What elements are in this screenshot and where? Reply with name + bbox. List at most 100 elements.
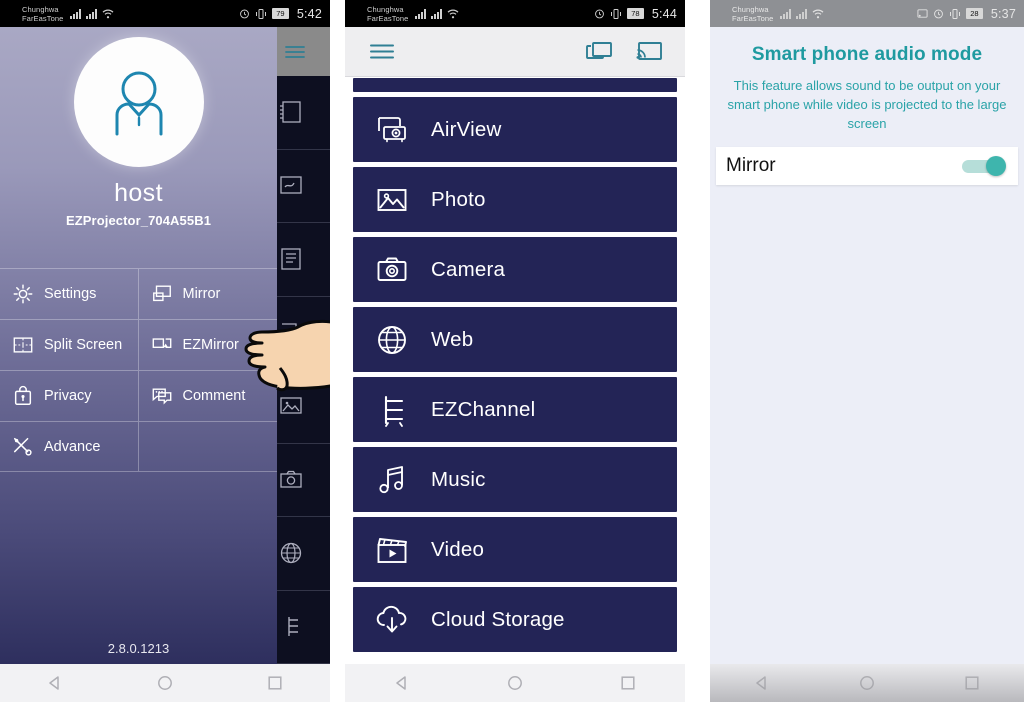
list-item-label: Photo — [431, 187, 486, 211]
signal-bars-sim2-icon — [86, 8, 98, 19]
vibrate-icon — [610, 8, 621, 19]
battery-level-badge: 78 — [626, 8, 644, 19]
user-drawer: host EZProjector_704A55B1 Settings Mirro… — [0, 27, 277, 664]
hamburger-menu-icon[interactable] — [369, 43, 395, 60]
list-item-video[interactable]: Video — [353, 517, 677, 582]
cast-screen-icon[interactable] — [635, 40, 663, 64]
navbar-sidebar — [0, 664, 330, 702]
carrier-line-1: Chunghwa — [732, 4, 769, 14]
statusbar-carrier: Chunghwa FarEasTone — [732, 5, 773, 23]
list-item-label: AirView — [431, 117, 502, 141]
statusbar-signal-group — [780, 8, 824, 19]
statusbar-signal-group — [70, 8, 114, 19]
statusbar-menu: Chunghwa FarEasTone 78 5:44 — [345, 0, 685, 27]
alarm-icon — [239, 9, 249, 19]
battery-level-badge: 79 — [271, 8, 289, 19]
vibrate-icon — [255, 8, 266, 19]
signal-bars-sim2-icon — [431, 8, 443, 19]
statusbar-clock: 5:42 — [296, 6, 322, 21]
wifi-icon — [103, 9, 114, 18]
home-icon[interactable] — [857, 673, 877, 693]
mirror-toggle-switch[interactable] — [962, 156, 1006, 176]
web-globe-icon — [378, 325, 406, 354]
document-icon — [281, 248, 301, 270]
split-screen-icon — [13, 337, 33, 353]
statusbar-clock: 5:44 — [651, 6, 677, 21]
wifi-icon — [448, 9, 459, 18]
recents-icon[interactable] — [265, 673, 285, 693]
carrier-line-1: Chunghwa — [367, 4, 404, 14]
alarm-icon — [933, 9, 943, 19]
list-item-cloud-storage[interactable]: Cloud Storage — [353, 587, 677, 652]
statusbar-carrier: Chunghwa FarEasTone — [22, 5, 63, 23]
sidebar-item-label: Comment — [182, 388, 246, 404]
sidebar-body: host EZProjector_704A55B1 Settings Mirro… — [0, 27, 330, 664]
device-id: EZProjector_704A55B1 — [65, 213, 212, 228]
navbar-menu — [345, 664, 685, 702]
list-item-camera[interactable]: Camera — [353, 237, 677, 302]
home-icon[interactable] — [505, 673, 525, 693]
sidebar-item-comment[interactable]: Comment — [138, 370, 277, 421]
list-item-ezchannel[interactable]: EZChannel — [353, 377, 677, 442]
tools-icon — [13, 437, 32, 456]
sidebar-item-mirror[interactable]: Mirror — [138, 268, 277, 319]
statusbar-system-icons: 28 5:37 — [917, 7, 1016, 21]
signal-bars-sim1-icon — [70, 8, 82, 19]
signal-bars-sim1-icon — [780, 8, 792, 19]
carrier-line-2: FarEasTone — [22, 13, 64, 23]
signal-bars-sim2-icon — [796, 8, 808, 19]
sidebar-item-label: Split Screen — [44, 337, 123, 353]
sidebar-item-label: Settings — [44, 286, 97, 302]
statusbar-carrier: Chunghwa FarEasTone — [367, 5, 408, 23]
recents-icon[interactable] — [618, 673, 638, 693]
screenshot-stage: Chunghwa FarEasTone 79 5:42 host EZProje… — [0, 0, 1024, 702]
list-item-airview[interactable]: AirView — [353, 97, 677, 162]
list-item-partial[interactable] — [353, 78, 677, 92]
avatar — [73, 37, 204, 167]
page-title: Smart phone audio mode — [751, 44, 983, 65]
phone-app-menu: Chunghwa FarEasTone 78 5:44 AirView Phot… — [345, 0, 685, 702]
sidebar-item-split-screen[interactable]: Split Screen — [0, 319, 139, 370]
sidebar-item-label: Mirror — [182, 286, 221, 302]
sidebar-item-empty — [138, 421, 277, 472]
hamburger-menu-icon[interactable] — [284, 45, 306, 59]
statusbar-system-icons: 79 5:42 — [239, 7, 322, 21]
alarm-icon — [594, 9, 604, 19]
sidebar-item-settings[interactable]: Settings — [0, 268, 139, 319]
list-item-music[interactable]: Music — [353, 447, 677, 512]
cloud-download-icon — [376, 605, 407, 632]
music-note-icon — [379, 465, 403, 493]
list-item-web[interactable]: Web — [353, 307, 677, 372]
note-icon — [280, 101, 301, 123]
list-item-photo[interactable]: Photo — [353, 167, 677, 232]
back-icon[interactable] — [45, 673, 65, 693]
statusbar-clock: 5:37 — [990, 6, 1016, 21]
phone-sidebar-drawer: Chunghwa FarEasTone 79 5:42 host EZProje… — [0, 0, 330, 702]
setting-row-mirror[interactable]: Mirror — [716, 147, 1018, 185]
sidebar-item-privacy[interactable]: Privacy — [0, 370, 139, 421]
statusbar-system-icons: 78 5:44 — [594, 7, 677, 21]
airview-icon — [282, 323, 302, 341]
ezmirror-icon — [152, 338, 171, 348]
navbar-audio-mode — [710, 664, 1024, 702]
comment-bubble-icon — [152, 388, 171, 405]
ezchannel-icon — [288, 616, 298, 636]
mirror-screen-icon — [152, 285, 171, 302]
wifi-icon — [813, 9, 824, 18]
list-item-label: Camera — [431, 257, 506, 281]
back-icon[interactable] — [752, 673, 772, 693]
sidebar-item-ezmirror[interactable]: EZMirror — [138, 319, 277, 370]
split-window-icon[interactable] — [585, 40, 613, 64]
signal-bars-sim1-icon — [415, 8, 427, 19]
vibrate-icon — [949, 8, 960, 19]
home-icon[interactable] — [155, 673, 175, 693]
sidebar-item-advance[interactable]: Advance — [0, 421, 139, 472]
list-item-label: Video — [431, 537, 485, 561]
back-icon[interactable] — [392, 673, 412, 693]
list-item-label: Web — [431, 327, 474, 351]
app-menu-list: AirView Photo Camera Web EZChannel Music… — [345, 78, 685, 655]
recents-icon[interactable] — [962, 673, 982, 693]
photo-icon — [280, 397, 302, 414]
carrier-line-1: Chunghwa — [22, 4, 59, 14]
sidebar-item-label: Privacy — [44, 388, 92, 404]
